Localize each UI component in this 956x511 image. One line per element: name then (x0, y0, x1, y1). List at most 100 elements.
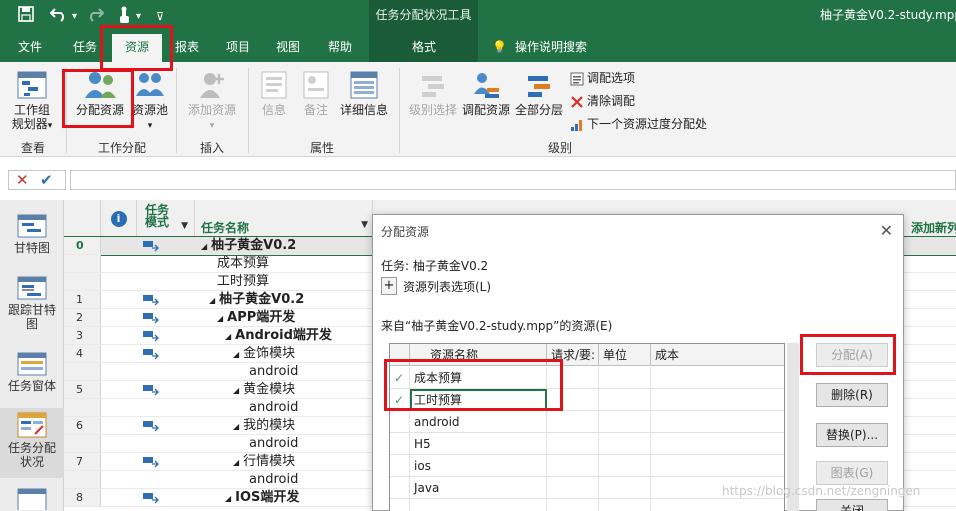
task-name-cell[interactable]: 工时预算 (217, 273, 269, 291)
task-name-cell[interactable]: ◢ 柚子黄金V0.2 (201, 237, 296, 256)
save-icon[interactable] (18, 6, 34, 28)
row-number[interactable]: 0 (64, 237, 101, 254)
units-cell[interactable] (599, 367, 651, 389)
row-number[interactable]: 7 (64, 453, 101, 470)
request-cell[interactable] (547, 499, 599, 511)
row-number[interactable]: 4 (64, 345, 101, 362)
row-number[interactable] (64, 435, 101, 452)
row-number[interactable]: 3 (64, 327, 101, 344)
task-name-cell[interactable]: android (249, 471, 298, 489)
add-new-column-header[interactable]: 添加新列 (903, 200, 956, 237)
collapse-arrow-icon[interactable]: ◢ (201, 242, 207, 251)
resource-name-cell[interactable]: H5 (410, 433, 547, 455)
collapse-arrow-icon[interactable]: ◢ (233, 350, 239, 359)
resource-name-cell[interactable] (410, 499, 547, 511)
collapse-arrow-icon[interactable]: ◢ (233, 458, 239, 467)
request-cell[interactable] (547, 411, 599, 433)
units-header[interactable]: 单位 (599, 344, 651, 366)
row-number[interactable] (64, 273, 101, 290)
level-all-button[interactable]: 全部分层 (513, 70, 565, 117)
collapse-arrow-icon[interactable]: ◢ (233, 386, 239, 395)
collapse-arrow-icon[interactable]: ◢ (225, 494, 231, 503)
level-resource-button[interactable]: 调配资源 (461, 70, 511, 117)
request-cell[interactable] (547, 455, 599, 477)
units-cell[interactable] (599, 477, 651, 499)
task-name-cell[interactable]: ◢ IOS端开发 (225, 489, 299, 508)
cost-cell[interactable] (651, 411, 784, 433)
row-number[interactable]: 2 (64, 309, 101, 326)
tab-project[interactable]: 项目 (216, 34, 260, 62)
cost-cell[interactable] (651, 455, 784, 477)
units-cell[interactable] (599, 455, 651, 477)
resource-pool-button[interactable]: 资源池 ▾ (131, 70, 169, 133)
row-number[interactable]: 5 (64, 381, 101, 398)
resource-row[interactable]: H5 (390, 433, 784, 455)
request-cell[interactable] (547, 433, 599, 455)
resource-name-cell[interactable]: android (410, 411, 547, 433)
row-number[interactable] (64, 363, 101, 380)
task-name-cell[interactable]: ◢ 金饰模块 (233, 345, 295, 364)
row-number[interactable]: 1 (64, 291, 101, 308)
view-task-form[interactable]: 任务窗体 (0, 352, 64, 402)
filter-dropdown-icon[interactable]: ▼ (181, 220, 188, 232)
resource-name-cell[interactable]: Java (410, 477, 547, 499)
leveling-options-button[interactable]: 调配选项 (570, 68, 635, 88)
filter-dropdown-icon[interactable]: ▼ (361, 220, 368, 230)
task-name-header[interactable]: 任务名称 ▼ (195, 200, 373, 237)
undo-dropdown-icon[interactable]: ▾ (72, 6, 77, 28)
team-planner-button[interactable]: 工作组 规划器▾ (6, 70, 58, 133)
tab-view[interactable]: 视图 (266, 34, 310, 62)
task-name-cell[interactable]: ◢ 黄金模块 (233, 381, 295, 400)
view-tracking-gantt[interactable]: 跟踪甘特 图 (0, 276, 64, 340)
tab-file[interactable]: 文件 (8, 34, 52, 62)
resource-row[interactable] (390, 499, 784, 511)
row-number[interactable] (64, 399, 101, 416)
task-name-cell[interactable]: ◢ 行情模块 (233, 453, 295, 472)
next-overallocation-button[interactable]: 下一个资源过度分配处 (570, 114, 707, 134)
view-gantt[interactable]: 甘特图 (0, 214, 64, 266)
request-cell[interactable] (547, 477, 599, 499)
units-cell[interactable] (599, 433, 651, 455)
entry-field[interactable] (70, 170, 956, 190)
collapse-arrow-icon[interactable]: ◢ (233, 422, 239, 431)
row-number[interactable] (64, 255, 101, 272)
task-name-cell[interactable]: android (249, 435, 298, 453)
resource-list-options-label[interactable]: 资源列表选项(L) (403, 278, 491, 295)
units-cell[interactable] (599, 411, 651, 433)
units-cell[interactable] (599, 499, 651, 511)
collapse-arrow-icon[interactable]: ◢ (209, 296, 215, 305)
view-task-usage[interactable]: 任务分配 状况 (0, 408, 64, 478)
cost-cell[interactable] (651, 367, 784, 389)
task-name-cell[interactable]: android (249, 399, 298, 417)
tell-me-search[interactable]: 💡 操作说明搜索 (492, 34, 602, 62)
resource-name-cell[interactable]: ios (410, 455, 547, 477)
cost-header[interactable]: 成本 (651, 344, 784, 366)
view-next-item[interactable] (0, 488, 64, 511)
row-number[interactable] (64, 471, 101, 488)
cost-cell[interactable] (651, 433, 784, 455)
task-name-cell[interactable]: android (249, 363, 298, 381)
task-name-cell[interactable]: ◢ APP端开发 (217, 309, 295, 328)
undo-icon[interactable] (49, 6, 68, 28)
task-name-cell[interactable]: ◢ Android端开发 (225, 327, 332, 346)
cost-cell[interactable] (651, 499, 784, 511)
resource-row[interactable]: ios (390, 455, 784, 477)
confirm-entry-icon[interactable]: ✔ (40, 171, 53, 189)
close-icon[interactable]: ✕ (880, 221, 893, 240)
replace-button[interactable]: 替换(P)... (816, 423, 888, 447)
tab-format[interactable]: 格式 (389, 34, 459, 62)
collapse-arrow-icon[interactable]: ◢ (225, 332, 231, 341)
task-name-cell[interactable]: ◢ 柚子黄金V0.2 (209, 291, 304, 310)
tab-help[interactable]: 帮助 (318, 34, 362, 62)
remove-button[interactable]: 删除(R) (816, 383, 888, 407)
expand-options-button[interactable]: + (381, 277, 397, 295)
cost-cell[interactable] (651, 389, 784, 411)
row-number-header[interactable] (64, 200, 101, 237)
task-name-cell[interactable]: ◢ 我的模块 (233, 417, 295, 436)
row-number[interactable]: 6 (64, 417, 101, 434)
cancel-entry-icon[interactable]: ✕ (16, 171, 29, 189)
clear-leveling-button[interactable]: 清除调配 (570, 91, 635, 111)
task-name-cell[interactable]: 成本预算 (217, 255, 269, 273)
resource-row[interactable]: android (390, 411, 784, 433)
units-cell[interactable] (599, 389, 651, 411)
